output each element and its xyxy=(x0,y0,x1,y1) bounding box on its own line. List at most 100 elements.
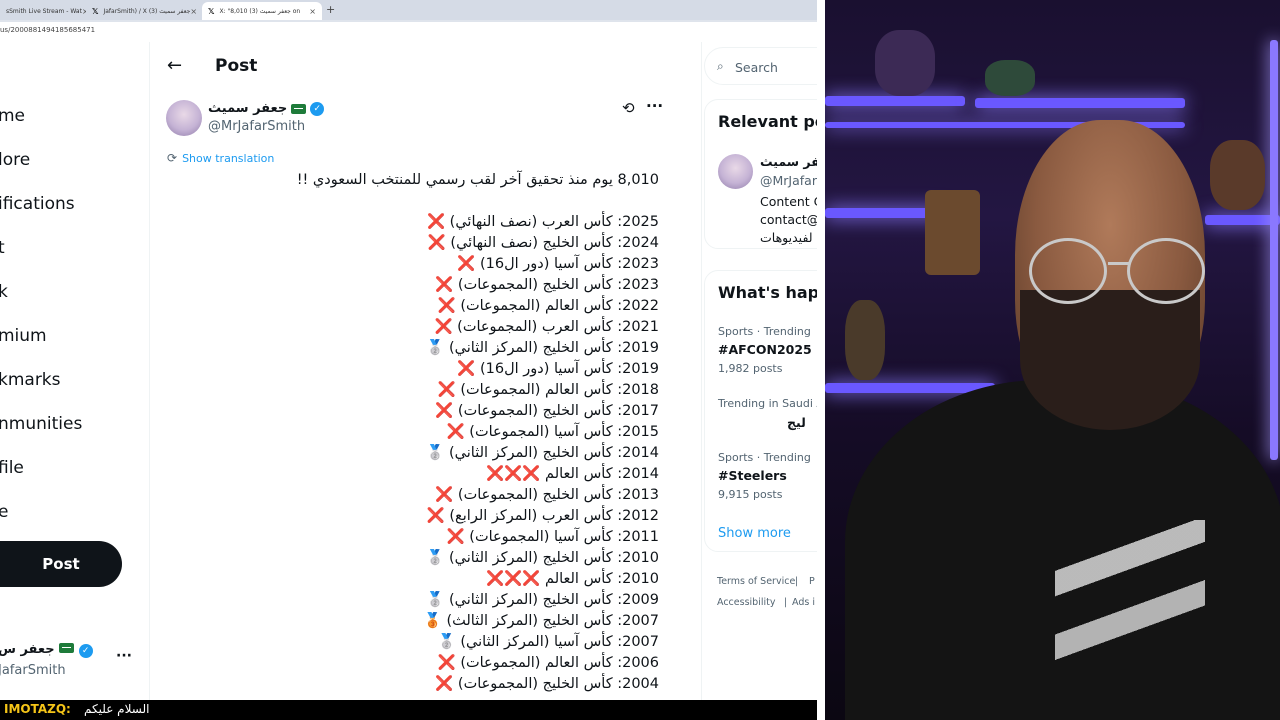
relevant-people-title: Relevant pe xyxy=(718,112,817,131)
saudi-flag-icon xyxy=(291,103,307,114)
webcam-feed xyxy=(825,0,1280,720)
privacy-link[interactable]: P xyxy=(809,576,815,587)
show-translation-link[interactable]: ⟳ Show translation xyxy=(167,151,274,165)
glasses-bridge xyxy=(1108,262,1130,265)
close-tab-icon[interactable]: × xyxy=(190,7,197,16)
tweet-line: 2019: كأس الخليج (المركز الثاني) 🥈 xyxy=(426,340,659,356)
left-navigation: me lore ifications t k mium kmarks nmuni… xyxy=(0,42,150,700)
more-options-icon[interactable]: ··· xyxy=(646,97,663,115)
verified-badge-icon: ✓ xyxy=(310,101,325,116)
tweet-line: 2011: كأس آسيا (المجموعات) ❌ xyxy=(446,529,659,545)
translate-icon: ⟳ xyxy=(167,151,178,165)
nav-communities[interactable]: nmunities xyxy=(0,414,82,434)
nav-grok[interactable]: t xyxy=(0,238,5,258)
figurine xyxy=(985,60,1035,96)
author-name[interactable]: جعفر سميث ✓ xyxy=(208,101,325,116)
author-avatar[interactable] xyxy=(166,100,202,136)
tab-youtube[interactable]: sSmith Live Stream - Wat × xyxy=(0,2,86,20)
nav-profile[interactable]: file xyxy=(0,458,24,478)
nav-explore[interactable]: lore xyxy=(0,150,30,170)
tab-label: sSmith Live Stream - Wat xyxy=(6,7,82,15)
account-switcher[interactable]: جعفر س ✓ JafarSmith ··· xyxy=(0,642,148,686)
nav-x[interactable]: k xyxy=(0,282,8,302)
tweet-line: 2010: كأس الخليج (المركز الثاني) 🥈 xyxy=(426,550,659,566)
tweet-line: 2025: كأس العرب (نصف النهائي) ❌ xyxy=(427,214,659,230)
author-name-text: جعفر سميث xyxy=(208,101,288,116)
browser-chrome: sSmith Live Stream - Wat × 𝕏 JafarSmith)… xyxy=(0,0,817,42)
new-tab-button[interactable]: + xyxy=(326,3,335,16)
tweet-line: 2006: كأس العالم (المجموعات) ❌ xyxy=(437,655,659,671)
neon-strip xyxy=(1270,40,1278,460)
tweet-line: 2007: كأس الخليج (المركز الثالث) 🥉 xyxy=(423,613,659,629)
chat-message: السلام عليكم xyxy=(84,702,150,716)
tweet-line: 8,010 يوم منذ تحقيق آخر لقب رسمي للمنتخب… xyxy=(296,172,659,188)
tweet-line: 2023: كأس الخليج (المجموعات) ❌ xyxy=(435,277,659,293)
back-arrow-icon[interactable]: ← xyxy=(167,55,182,76)
nav-bookmarks[interactable]: kmarks xyxy=(0,370,61,390)
account-more-icon[interactable]: ··· xyxy=(116,648,132,664)
tweet-line: 2022: كأس العالم (المجموعات) ❌ xyxy=(437,298,659,314)
tweet-line: 2014: كأس العالم ❌❌❌ xyxy=(486,466,659,482)
nav-notifications[interactable]: ifications xyxy=(0,194,75,214)
show-more-link[interactable]: Show more xyxy=(718,526,791,541)
x-page: me lore ifications t k mium kmarks nmuni… xyxy=(0,42,817,700)
account-name-text: جعفر س xyxy=(0,642,55,657)
accessibility-link[interactable]: Accessibility xyxy=(717,597,775,608)
ads-info-link[interactable]: Ads i xyxy=(792,597,815,608)
chat-username: IMOTAZQ: xyxy=(4,702,71,716)
tab-post[interactable]: 𝕏 X: "8,010 جعفر سميث (3) on × xyxy=(202,2,322,20)
tweet-line: 2021: كأس العرب (المجموعات) ❌ xyxy=(434,319,660,335)
person-beard xyxy=(1020,290,1200,430)
trend-arabic[interactable]: ليج xyxy=(787,415,806,430)
tab-label: X: "8,010 جعفر سميث (3) on xyxy=(219,7,301,15)
search-input[interactable]: ⌕ Search xyxy=(704,47,817,85)
tweet-line xyxy=(239,191,659,212)
page-title: Post xyxy=(215,56,258,76)
figurine xyxy=(875,30,935,96)
footer-separator: | xyxy=(795,576,799,587)
trend-count: 1,982 posts xyxy=(718,362,783,375)
post-button-label: Post xyxy=(42,555,80,573)
tab-strip: sSmith Live Stream - Wat × 𝕏 JafarSmith)… xyxy=(0,0,817,20)
relevant-name[interactable]: جعفر سميث xyxy=(760,154,817,169)
compose-post-button[interactable]: Post xyxy=(0,541,122,587)
tweet-line: 2012: كأس العرب (المركز الرابع) ❌ xyxy=(426,508,659,524)
relevant-avatar[interactable] xyxy=(718,154,753,189)
trends-panel: What's happ Sports · Trending #AFCON2025… xyxy=(704,270,817,552)
tweet-line: 2015: كأس آسيا (المجموعات) ❌ xyxy=(446,424,659,440)
tweet-line: 2010: كأس العالم ❌❌❌ xyxy=(486,571,659,587)
trend-meta: Sports · Trending xyxy=(718,451,811,464)
divider xyxy=(817,0,825,720)
search-icon: ⌕ xyxy=(717,59,724,73)
trend-meta: Sports · Trending xyxy=(718,325,811,338)
glasses-lens xyxy=(1127,238,1205,304)
post-column: ← Post جعفر سميث ✓ @MrJafarSmith ⟲ ··· ⟳… xyxy=(151,42,702,700)
stream-chat-overlay: IMOTAZQ: السلام عليكم xyxy=(0,700,817,720)
close-tab-icon[interactable]: × xyxy=(309,7,316,16)
show-translation-label: Show translation xyxy=(182,151,275,165)
poster xyxy=(925,190,980,275)
tweet-line: 2024: كأس الخليج (نصف النهائي) ❌ xyxy=(427,235,659,251)
neon-shelf xyxy=(975,98,1185,108)
url-text: us/2000881494185685471 xyxy=(0,26,96,34)
address-bar[interactable]: us/2000881494185685471 xyxy=(0,22,817,42)
nav-home[interactable]: me xyxy=(0,106,25,126)
trend-afcon[interactable]: #AFCON2025 xyxy=(718,342,812,357)
relevant-bio-line: Content C xyxy=(760,194,817,209)
nav-premium[interactable]: mium xyxy=(0,326,47,346)
tweet-line: 2017: كأس الخليج (المجموعات) ❌ xyxy=(435,403,659,419)
tab-profile[interactable]: 𝕏 JafarSmith) / X جعفر سميث (3) × xyxy=(86,2,200,20)
relevant-bio-line: contact@ xyxy=(760,212,817,227)
author-handle[interactable]: @MrJafarSmith xyxy=(208,119,305,134)
right-sidebar: ⌕ Search Relevant pe جعفر سميث @MrJafarS… xyxy=(702,42,817,700)
tweet-line: 2009: كأس الخليج (المركز الثاني) 🥈 xyxy=(426,592,659,608)
terms-link[interactable]: Terms of Service xyxy=(717,576,795,587)
grok-icon[interactable]: ⟲ xyxy=(622,99,635,117)
trend-steelers[interactable]: #Steelers xyxy=(718,468,787,483)
relevant-handle[interactable]: @MrJafarS xyxy=(760,173,817,188)
tab-label: JafarSmith) / X جعفر سميث (3) xyxy=(103,7,191,15)
tweet-line: 2023: كأس آسيا (دور ال16) ❌ xyxy=(457,256,659,272)
nav-more[interactable]: e xyxy=(0,502,8,522)
trend-count: 9,915 posts xyxy=(718,488,783,501)
tweet-line: 2019: كأس آسيا (دور ال16) ❌ xyxy=(457,361,659,377)
